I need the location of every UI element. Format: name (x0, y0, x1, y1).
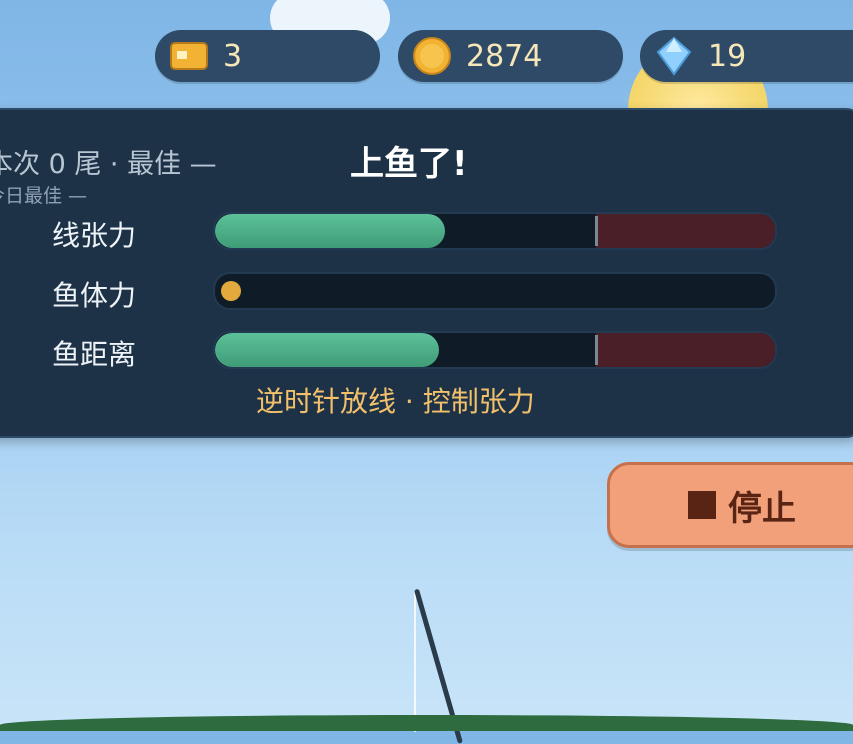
stop-button-label: 停止 (728, 488, 796, 529)
today-best: 今日最佳 — (0, 185, 88, 207)
coin-count: 2874 (466, 38, 543, 74)
gem-counter: 19 (640, 30, 853, 82)
fishing-line (414, 592, 416, 732)
control-hint: 逆时针放线 · 控制张力 (256, 385, 535, 418)
distance-bar (213, 331, 777, 369)
panel-title: 上鱼了! (350, 144, 468, 184)
tension-fill (215, 214, 445, 248)
session-stats: 本次 0 尾 · 最佳 — (0, 149, 217, 180)
stop-square-icon (688, 491, 716, 519)
tension-bar (213, 212, 777, 250)
shoreline (0, 715, 853, 731)
stamina-indicator (221, 281, 241, 301)
coin-counter: 2874 (398, 30, 623, 82)
coin-icon (412, 36, 452, 76)
ticket-icon (169, 36, 209, 76)
distance-danger-zone (595, 333, 775, 367)
distance-label: 鱼距离 (52, 338, 137, 371)
ticket-counter: 3 (155, 30, 380, 82)
gem-count: 19 (708, 38, 747, 74)
ticket-count: 3 (223, 38, 243, 74)
stop-button[interactable]: 停止 (607, 462, 853, 548)
distance-threshold-marker (594, 335, 598, 365)
gem-icon (654, 36, 694, 76)
stamina-label: 鱼体力 (52, 279, 137, 312)
tension-danger-zone (595, 214, 775, 248)
distance-fill (215, 333, 439, 367)
tension-threshold-marker (594, 216, 598, 246)
stamina-bar (213, 272, 777, 310)
tension-label: 线张力 (52, 219, 137, 252)
